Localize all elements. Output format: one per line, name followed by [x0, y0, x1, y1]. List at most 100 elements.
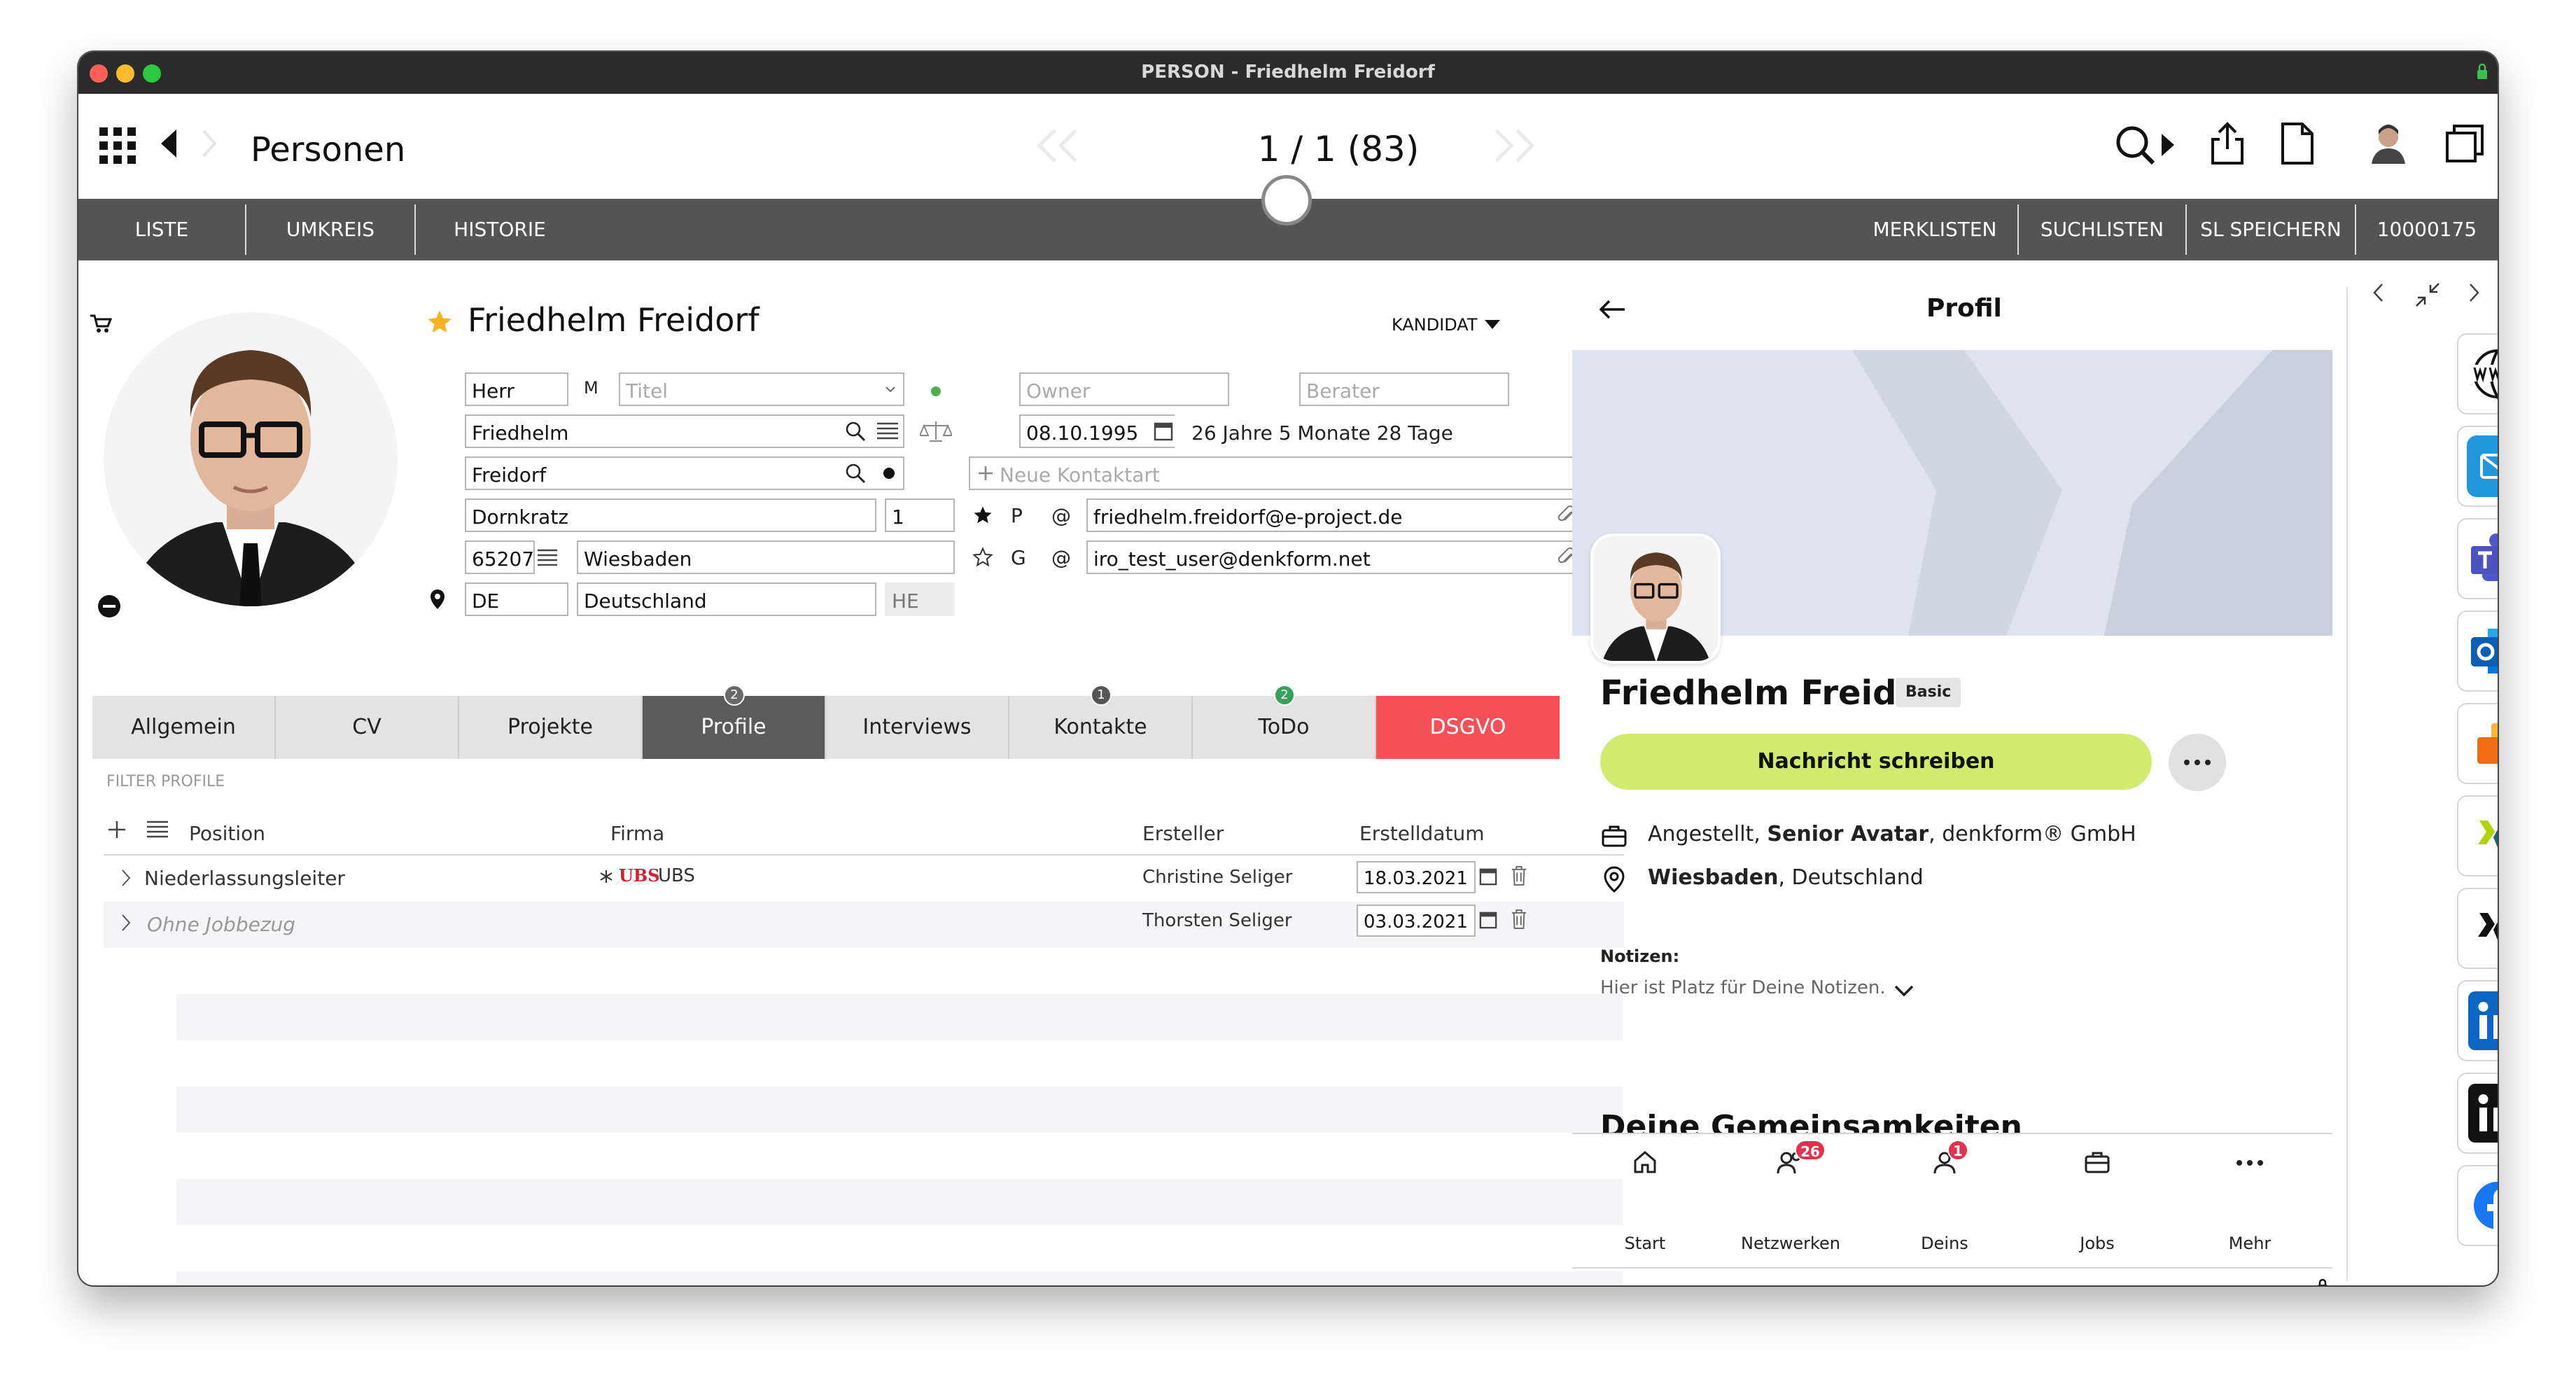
orange-app-tile[interactable] — [2457, 703, 2498, 784]
remove-photo-icon[interactable] — [97, 594, 122, 619]
home-icon[interactable] — [1631, 1148, 1659, 1176]
teams-tile[interactable] — [2457, 518, 2498, 599]
chevron-down-icon[interactable] — [1891, 980, 1917, 1001]
email-tile[interactable] — [2457, 426, 2498, 507]
user-avatar-icon[interactable] — [2367, 120, 2409, 165]
window-layout-icon[interactable] — [2443, 122, 2486, 165]
share-icon[interactable] — [2206, 119, 2248, 168]
bottom-nav-deins[interactable]: Deins — [1875, 1234, 2015, 1253]
star-filled-icon[interactable] — [970, 503, 995, 528]
tab-interviews[interactable]: Interviews — [826, 696, 1009, 759]
document-icon[interactable] — [2276, 119, 2318, 168]
nav-merklisten[interactable]: MERKLISTEN — [1852, 199, 2017, 260]
linkedin-black-tile[interactable] — [2457, 1073, 2498, 1154]
person-photo[interactable] — [104, 312, 398, 606]
notes-placeholder[interactable]: Hier ist Platz für Deine Notizen. — [1600, 977, 1886, 998]
nav-suchlisten[interactable]: SUCHLISTEN — [2019, 199, 2185, 260]
tab-projekte[interactable]: Projekte — [459, 696, 643, 759]
collapse-arrows-icon[interactable] — [2411, 279, 2444, 311]
tab-allgemein[interactable]: Allgemein — [92, 696, 276, 759]
panel-split-handle[interactable] — [1261, 175, 1312, 225]
nav-liste[interactable]: LISTE — [78, 199, 245, 260]
calendar-icon[interactable] — [1476, 864, 1501, 889]
trash-icon[interactable] — [1508, 863, 1530, 889]
star-outline-icon[interactable] — [970, 545, 995, 570]
chevron-left-icon[interactable] — [2367, 279, 2388, 307]
nav-umkreis[interactable]: UMKREIS — [246, 199, 414, 260]
first-record-icon[interactable] — [1028, 125, 1091, 167]
search-icon[interactable] — [843, 461, 868, 486]
salutation-field[interactable]: Herr — [465, 372, 568, 406]
calendar-icon[interactable] — [1149, 417, 1177, 445]
tab-cv[interactable]: CV — [276, 696, 459, 759]
search-icon[interactable] — [2111, 120, 2181, 169]
grid-menu-icon[interactable] — [97, 125, 139, 167]
bottom-nav-jobs[interactable]: Jobs — [2027, 1234, 2167, 1253]
list-menu-icon[interactable] — [533, 545, 561, 570]
scale-icon[interactable] — [918, 419, 953, 444]
plus-icon[interactable] — [976, 463, 995, 483]
table-row[interactable]: Ohne Jobbezug Thorsten Seliger 03.03.202… — [104, 902, 1624, 948]
email-field-primary[interactable]: friedhelm.freidorf@e-project.de — [1086, 498, 1585, 532]
empty-row — [176, 1179, 1623, 1225]
country-code-field[interactable]: DE — [465, 582, 568, 616]
chevron-down-icon[interactable] — [879, 375, 902, 403]
last-record-icon[interactable] — [1481, 125, 1544, 167]
last-name-field[interactable]: Freidorf — [465, 456, 904, 490]
favorite-star-icon[interactable] — [424, 307, 455, 337]
first-name-field[interactable]: Friedhelm — [465, 414, 904, 448]
website-tile[interactable] — [2457, 333, 2498, 414]
column-header-position[interactable]: Position — [189, 822, 265, 845]
nav-sl-speichern[interactable]: SL SPEICHERN — [2187, 199, 2355, 260]
city-field[interactable]: Wiesbaden — [577, 540, 955, 574]
more-options-button[interactable] — [2169, 734, 2226, 791]
forward-arrow-icon[interactable] — [199, 126, 220, 161]
list-menu-icon[interactable] — [874, 419, 902, 444]
owner-field[interactable]: Owner — [1019, 372, 1229, 406]
bottom-nav-netzwerken[interactable]: Netzwerken — [1721, 1234, 1861, 1253]
column-header-ersteller[interactable]: Ersteller — [1142, 822, 1224, 845]
new-contact-field[interactable]: Neue Kontaktart — [969, 456, 1599, 490]
chevron-right-icon[interactable] — [118, 912, 134, 934]
add-icon[interactable] — [106, 819, 127, 840]
arrow-left-icon[interactable] — [1596, 297, 1628, 322]
bottom-nav-start[interactable]: Start — [1575, 1234, 1715, 1253]
bottom-nav-mehr[interactable]: Mehr — [2180, 1234, 2320, 1253]
status-dropdown[interactable]: KANDIDAT — [1392, 315, 1478, 335]
title-select[interactable]: Titel — [619, 372, 904, 406]
column-header-erstelldatum[interactable]: Erstelldatum — [1359, 822, 1485, 845]
filter-profile-label[interactable]: FILTER PROFILE — [106, 773, 225, 790]
cart-icon[interactable] — [88, 312, 113, 335]
list-menu-icon[interactable] — [146, 819, 169, 840]
nav-historie[interactable]: HISTORIE — [416, 199, 584, 260]
chevron-down-icon[interactable] — [1484, 318, 1501, 332]
tab-dsgvo[interactable]: DSGVO — [1376, 696, 1560, 759]
linkedin-tile[interactable] — [2457, 980, 2498, 1061]
chevron-right-icon[interactable] — [2464, 279, 2485, 307]
email-field-secondary[interactable]: iro_test_user@denkform.net — [1086, 540, 1585, 574]
table-row[interactable]: Niederlassungsleiter UBS UBS Christine S… — [104, 856, 1624, 902]
back-arrow-icon[interactable] — [154, 126, 182, 161]
briefcase-icon[interactable] — [2083, 1148, 2111, 1176]
facebook-tile[interactable] — [2457, 1165, 2498, 1246]
street-field[interactable]: Dornkratz — [465, 498, 876, 532]
trash-icon[interactable] — [1508, 906, 1530, 933]
row-date-field[interactable]: 18.03.2021 — [1357, 861, 1476, 893]
xing-tile[interactable] — [2457, 795, 2498, 877]
chevron-right-icon[interactable] — [118, 867, 134, 889]
profile-avatar[interactable] — [1590, 533, 1721, 664]
row-date-field[interactable]: 03.03.2021 — [1357, 905, 1476, 937]
xing-black-tile[interactable] — [2457, 888, 2498, 969]
send-message-button[interactable]: Nachricht schreiben — [1600, 734, 2152, 790]
search-icon[interactable] — [843, 419, 868, 444]
column-header-firma[interactable]: Firma — [610, 822, 664, 845]
zip-field[interactable]: 65207 — [465, 540, 535, 574]
state-field[interactable]: HE — [885, 582, 955, 616]
ubs-keys-icon — [598, 868, 615, 885]
berater-field[interactable]: Berater — [1299, 372, 1509, 406]
house-number-field[interactable]: 1 — [885, 498, 955, 532]
more-dots-icon[interactable] — [2234, 1152, 2265, 1173]
calendar-icon[interactable] — [1476, 907, 1501, 933]
outlook-tile[interactable] — [2457, 610, 2498, 692]
country-field[interactable]: Deutschland — [577, 582, 876, 616]
